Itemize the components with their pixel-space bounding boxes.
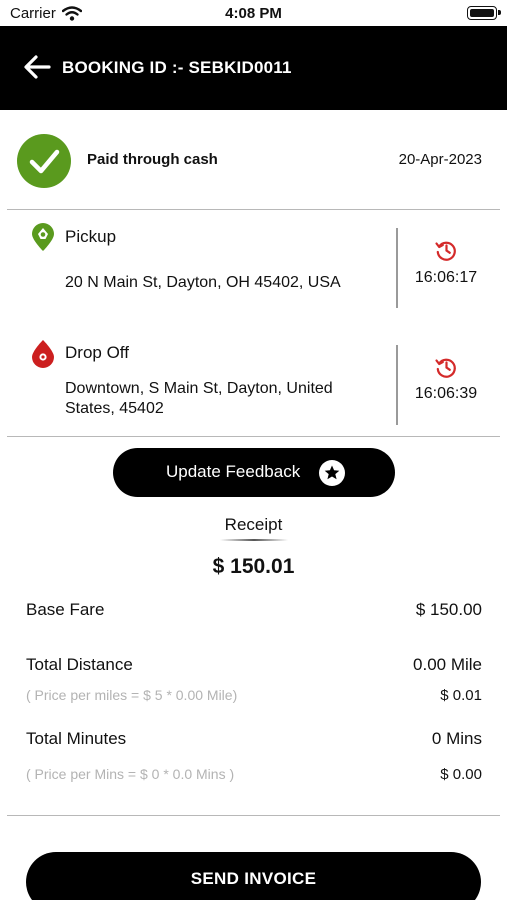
- distance-price-note: ( Price per miles = $ 5 * 0.00 Mile): [26, 687, 238, 703]
- pickup-title: Pickup: [65, 227, 117, 246]
- pickup-separator: [396, 228, 398, 308]
- payment-method-label: Paid through cash: [87, 151, 218, 168]
- battery-icon: [467, 6, 501, 20]
- minutes-price-note: ( Price per Mins = $ 0 * 0.0 Mins ): [26, 766, 235, 782]
- dropoff-title: Drop Off: [65, 343, 129, 362]
- divider: [7, 209, 500, 210]
- send-invoice-button[interactable]: SEND INVOICE: [26, 852, 481, 900]
- total-distance-value: 0.00 Mile: [413, 655, 482, 674]
- pickup-pin-icon: [32, 223, 54, 251]
- dropoff-pin-icon: [32, 340, 54, 368]
- minutes-price-value: $ 0.00: [440, 766, 482, 783]
- receipt-total: $ 150.01: [212, 555, 295, 578]
- total-distance-label: Total Distance: [26, 655, 133, 674]
- status-time: 4:08 PM: [225, 5, 282, 22]
- receipt-title: Receipt: [224, 515, 283, 534]
- status-bar: Carrier 4:08 PM: [0, 0, 507, 26]
- page-title: BOOKING ID :- SEBKID0011: [62, 58, 292, 77]
- dropoff-time: 16:06:39: [414, 385, 478, 402]
- arrow-left-icon[interactable]: [22, 54, 52, 80]
- base-fare-label: Base Fare: [26, 600, 105, 619]
- star-icon: [319, 460, 345, 486]
- receipt-underline: [220, 539, 288, 541]
- check-circle-icon: [17, 134, 71, 188]
- pickup-time: 16:06:17: [414, 269, 478, 286]
- dropoff-address: Downtown, S Main St, Dayton, United Stat…: [65, 380, 333, 417]
- divider: [7, 815, 500, 816]
- update-feedback-label: Update Feedback: [166, 462, 301, 481]
- payment-summary: Paid through cash 20-Apr-2023: [0, 110, 507, 210]
- total-minutes-label: Total Minutes: [26, 729, 127, 748]
- distance-price-value: $ 0.01: [440, 687, 482, 704]
- pickup-address: 20 N Main St, Dayton, OH 45402, USA: [65, 274, 341, 291]
- payment-date: 20-Apr-2023: [398, 151, 482, 168]
- app-header: BOOKING ID :- SEBKID0011: [0, 26, 507, 110]
- history-icon: [435, 358, 456, 378]
- divider: [7, 436, 500, 437]
- dropoff-separator: [396, 345, 398, 425]
- update-feedback-button[interactable]: Update Feedback: [113, 448, 395, 497]
- history-icon: [435, 241, 456, 261]
- total-minutes-value: 0 Mins: [431, 729, 482, 748]
- send-invoice-label: SEND INVOICE: [190, 869, 317, 888]
- base-fare-value: $ 150.00: [415, 600, 482, 619]
